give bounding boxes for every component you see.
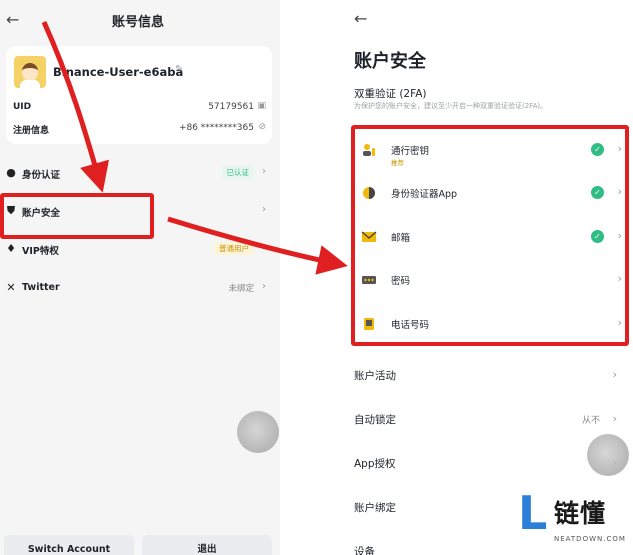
chevron-right-icon: ›: [612, 412, 617, 425]
chevron-right-icon: ›: [262, 242, 266, 253]
watermark-cn-text: 链懂: [554, 499, 607, 528]
vip-level-badge: 普通用户: [214, 242, 254, 255]
chevron-right-icon: ›: [262, 204, 266, 215]
chevron-right-icon: ›: [262, 166, 266, 177]
hide-eye-icon[interactable]: ⊘: [258, 122, 266, 132]
setting-label: 账户活动: [354, 370, 396, 382]
setting-auto-lock[interactable]: 自动锁定 从不 ›: [340, 406, 633, 436]
menu-item-label: 身份认证: [22, 170, 61, 181]
person-icon: ●: [6, 166, 16, 179]
page-title: 账号信息: [111, 15, 164, 30]
uid-label: UID: [13, 102, 32, 112]
setting-label: 账户绑定: [354, 502, 396, 514]
menu-item-label: Twitter: [22, 282, 60, 293]
profile-card: Binance-User-e6aba ✎ UID 57179561 ▣ 注册信息…: [6, 46, 272, 144]
registration-label: 注册信息: [13, 126, 50, 136]
vip-icon: ♦: [6, 242, 16, 255]
chevron-right-icon: ›: [262, 281, 266, 292]
menu-item-twitter[interactable]: ✕ Twitter 未绑定 ›: [0, 278, 276, 302]
twitter-status: 未绑定: [228, 284, 254, 294]
x-logo-icon: ✕: [6, 281, 16, 294]
menu-item-identity-verification[interactable]: ● 身份认证 已认证 ›: [0, 163, 276, 187]
watermark-en-text: NEATDOWN.COM: [554, 535, 626, 543]
copy-icon[interactable]: ▣: [257, 101, 266, 111]
section-subtitle: 为保护您的账户安全，建议至少开启一种双重验证验证(2FA)。: [354, 102, 548, 110]
setting-label: App授权: [354, 458, 396, 470]
watermark-letter: L: [518, 486, 548, 540]
chevron-right-icon: ›: [612, 368, 617, 381]
uid-value: 57179561: [208, 102, 254, 112]
setting-account-activity[interactable]: 账户活动 ›: [340, 362, 633, 392]
setting-label: 设备: [354, 546, 375, 555]
avatar-face-icon: [22, 63, 38, 81]
menu-item-vip[interactable]: ♦ VIP特权 普通用户 ›: [0, 239, 276, 263]
username: Binance-User-e6aba: [53, 65, 184, 79]
floating-assist-button[interactable]: [587, 434, 629, 476]
highlight-box-account-security: [0, 193, 154, 239]
account-info-screen: ← 账号信息 Binance-User-e6aba ✎ UID 57179561…: [0, 0, 280, 555]
auto-lock-value: 从不: [581, 416, 600, 426]
switch-account-button[interactable]: Switch Account: [4, 535, 134, 555]
avatar[interactable]: [14, 56, 46, 88]
watermark-logo: L 链懂 NEATDOWN.COM: [514, 484, 633, 555]
verified-badge: 已认证: [221, 166, 254, 179]
avatar-body-icon: [20, 80, 40, 88]
edit-icon[interactable]: ✎: [175, 64, 183, 75]
setting-label: 自动锁定: [354, 414, 396, 426]
highlight-box-2fa-methods: [351, 125, 629, 346]
floating-assist-button[interactable]: [237, 411, 279, 453]
page-title: 账户安全: [354, 51, 426, 72]
section-title: 双重验证 (2FA): [354, 88, 427, 100]
registration-value: +86 ********365: [178, 123, 254, 133]
menu-item-label: VIP特权: [22, 246, 59, 257]
logout-button[interactable]: 退出: [142, 535, 272, 555]
back-arrow-icon[interactable]: ←: [354, 9, 367, 28]
